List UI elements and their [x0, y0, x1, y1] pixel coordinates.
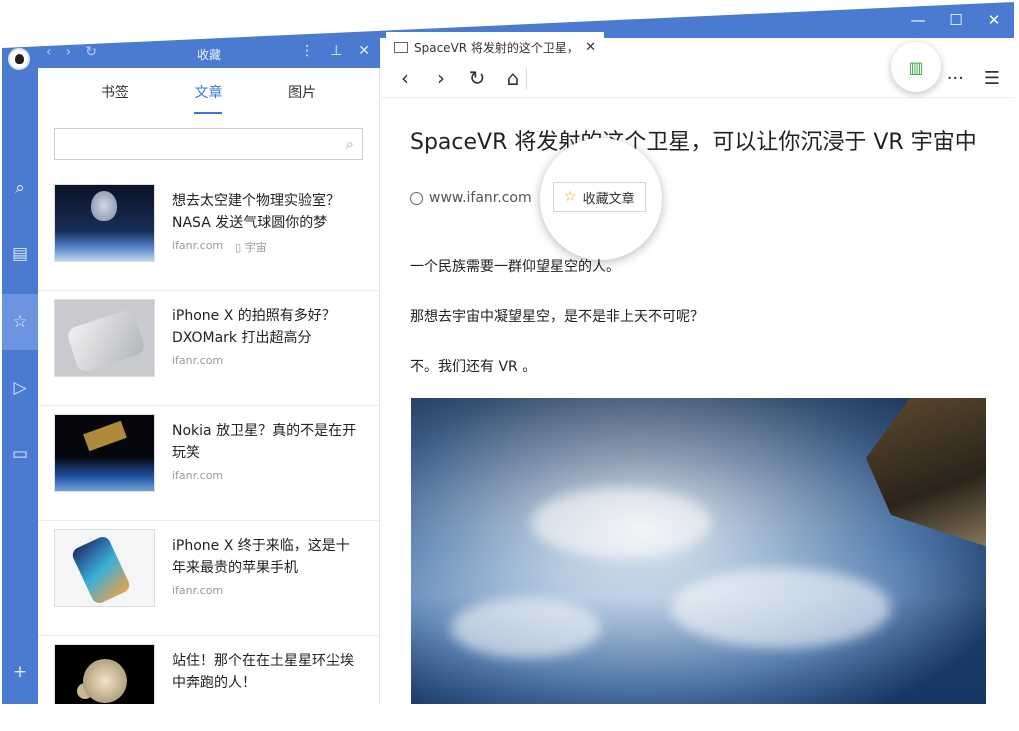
article-meta: ifanr.com [172, 354, 223, 367]
list-item[interactable]: 想去太空建个物理实验室？NASA 发送气球圆你的梦 ifanr.com ▯ 宇宙 [38, 176, 379, 291]
article-source: ifanr.com [172, 469, 224, 482]
browser-window: — ☐ ✕ ⌕ ▤ ☆ ▷ ▭ + ‹ › ↻ 收藏 ⋮ ⊥ ✕ 书签 文章 图… [2, 2, 1014, 704]
article-source: ifanr.com [172, 354, 224, 367]
list-item[interactable]: iPhone X 的拍照有多好？DXOMark 打出超高分 ifanr.com [38, 291, 379, 406]
more-icon[interactable]: ··· [947, 68, 964, 89]
avatar[interactable] [8, 48, 30, 70]
article-thumbnail [54, 299, 155, 377]
refresh-icon[interactable]: ↻ [466, 66, 488, 90]
cloud-shape [531, 488, 711, 558]
article-thumbnail [54, 184, 155, 262]
minimize-icon[interactable]: — [904, 6, 932, 34]
article-meta: ifanr.com [172, 584, 223, 597]
tab-bookmarks[interactable]: 书签 [101, 82, 129, 114]
close-icon[interactable]: ✕ [980, 6, 1008, 34]
article-tag: ▯ 宇宙 [235, 241, 267, 254]
cloud-shape [451, 598, 601, 658]
article-title: 站住！那个在在土星星环尘埃中奔跑的人！ [172, 653, 354, 691]
page-icon [394, 41, 408, 53]
menu-icon[interactable]: ☰ [984, 68, 1000, 89]
browser-nav: ‹ › ↻ ⌂ [394, 66, 524, 90]
space-station-shape [866, 398, 986, 548]
list-item[interactable]: 站住！那个在在土星星环尘埃中奔跑的人！ [38, 636, 379, 704]
article-meta: ifanr.com ▯ 宇宙 [172, 239, 267, 255]
home-icon[interactable]: ⌂ [502, 66, 524, 90]
cloud-shape [671, 568, 891, 648]
globe-icon [410, 191, 423, 205]
tab-title: SpaceVR 将发射的这个卫星，... [414, 40, 578, 55]
list-item[interactable]: iPhone X 终于来临，这是十年来最贵的苹果手机 ifanr.com [38, 521, 379, 636]
article-source: ifanr.com [172, 584, 224, 597]
article-view: SpaceVR 将发射的这个卫星，可以让你沉浸于 VR 宇宙中 www.ifan… [382, 98, 1014, 704]
search-icon[interactable]: ⌕ [2, 160, 38, 216]
window-controls: — ☐ ✕ [904, 6, 1008, 34]
article-paragraph: 不。我们还有 VR 。 [410, 359, 537, 375]
reader-mode-icon[interactable]: ▥ [891, 42, 941, 92]
favorite-article-label: 收藏文章 [582, 191, 635, 207]
video-icon[interactable]: ▭ [2, 426, 38, 482]
search-input[interactable] [55, 129, 362, 159]
article-source: ifanr.com [172, 239, 224, 252]
toolbar-right: ··· ☰ [947, 68, 1000, 89]
article-list: 想去太空建个物理实验室？NASA 发送气球圆你的梦 ifanr.com ▯ 宇宙… [38, 176, 379, 704]
favorites-panel: 书签 文章 图片 ⌕ 想去太空建个物理实验室？NASA 发送气球圆你的梦 ifa… [38, 68, 380, 704]
pin-icon[interactable]: ⊥ [330, 43, 342, 59]
favorites-tabs: 书签 文章 图片 [38, 68, 379, 114]
article-title: Nokia 放卫星？真的不是在开玩笑 [172, 423, 357, 461]
tab-images[interactable]: 图片 [288, 82, 316, 114]
more-vertical-icon[interactable]: ⋮ [300, 43, 314, 59]
star-icon: ☆ [564, 189, 577, 205]
star-icon[interactable]: ☆ [2, 294, 38, 350]
article-title: iPhone X 的拍照有多好？DXOMark 打出超高分 [172, 308, 336, 346]
article-source-line: www.ifanr.com [410, 190, 532, 206]
article-meta: ifanr.com [172, 469, 223, 482]
tab-articles[interactable]: 文章 [194, 82, 223, 114]
forward-icon[interactable]: › [430, 66, 452, 90]
favorites-tools: ⋮ ⊥ ✕ [300, 43, 370, 59]
article-thumbnail [54, 414, 155, 492]
toolbar-divider [526, 68, 527, 90]
plus-icon[interactable]: + [2, 644, 38, 700]
article-thumbnail [54, 529, 155, 607]
favorite-article-button[interactable]: ☆ 收藏文章 [553, 182, 646, 212]
tab-close-icon[interactable]: ✕ [585, 40, 596, 55]
list-item[interactable]: Nokia 放卫星？真的不是在开玩笑 ifanr.com [38, 406, 379, 521]
search-box: ⌕ [54, 128, 363, 160]
article-paragraph: 一个民族需要一群仰望星空的人。 [410, 259, 620, 275]
news-icon[interactable]: ▤ [2, 226, 38, 282]
maximize-icon[interactable]: ☐ [942, 6, 970, 34]
favorites-header: ‹ › ↻ 收藏 ⋮ ⊥ ✕ [38, 38, 380, 68]
browser-tab[interactable]: SpaceVR 将发射的这个卫星，... ✕ [386, 32, 604, 62]
article-title: 想去太空建个物理实验室？NASA 发送气球圆你的梦 [172, 193, 340, 231]
article-thumbnail [54, 644, 155, 704]
search-icon[interactable]: ⌕ [346, 135, 354, 153]
close-panel-icon[interactable]: ✕ [358, 43, 370, 59]
article-paragraph: 那想去宇宙中凝望星空，是不是非上天不可呢？ [410, 309, 704, 325]
article-heading: SpaceVR 将发射的这个卫星，可以让你沉浸于 VR 宇宙中 [410, 130, 977, 155]
article-title: iPhone X 终于来临，这是十年来最贵的苹果手机 [172, 538, 350, 576]
side-rail: ⌕ ▤ ☆ ▷ ▭ + [2, 38, 38, 704]
article-source-url[interactable]: www.ifanr.com [429, 190, 532, 206]
article-image [411, 398, 986, 704]
back-icon[interactable]: ‹ [394, 66, 416, 90]
play-icon[interactable]: ▷ [2, 360, 38, 416]
